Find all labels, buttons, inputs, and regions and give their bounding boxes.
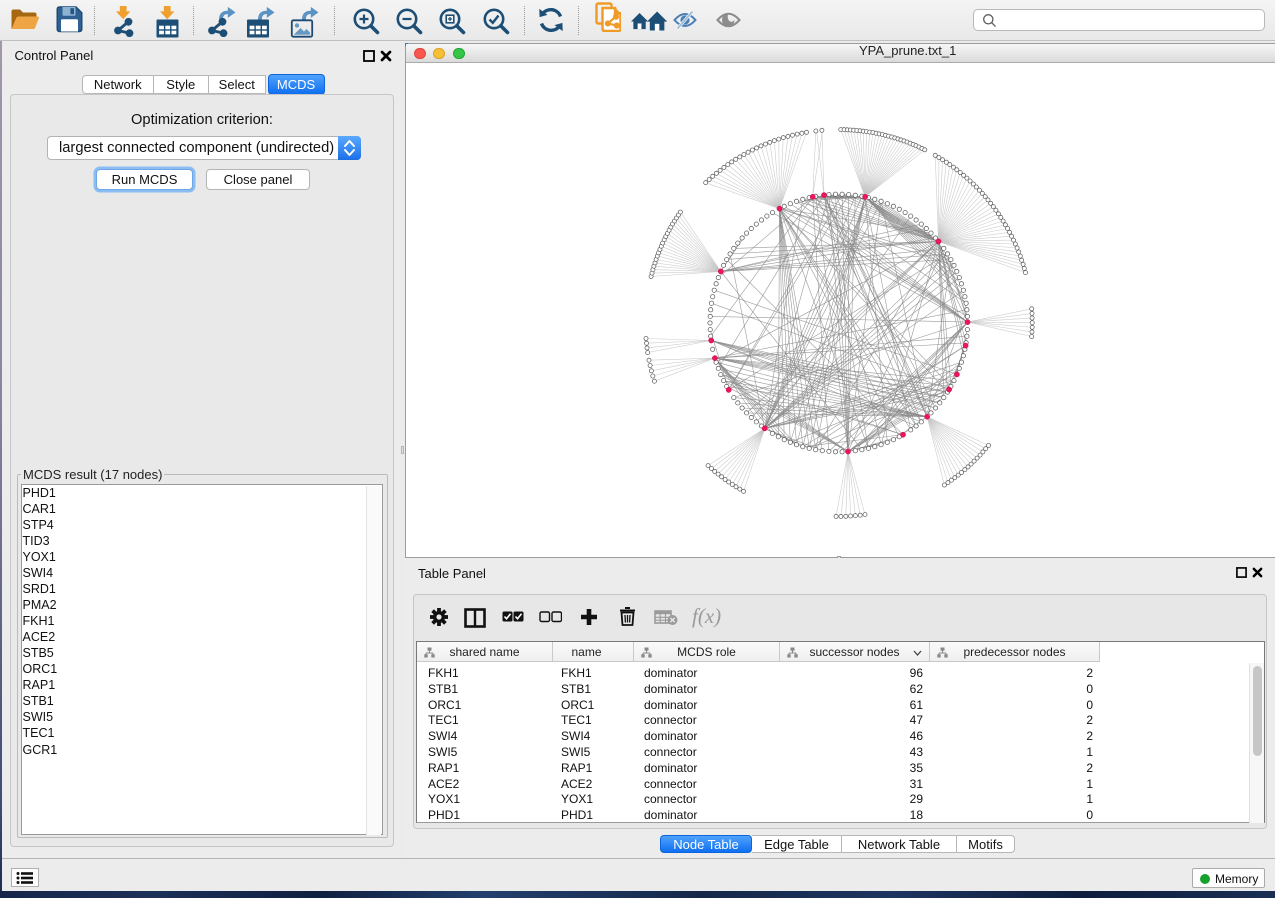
svg-text:f(x): f(x) bbox=[692, 605, 721, 628]
